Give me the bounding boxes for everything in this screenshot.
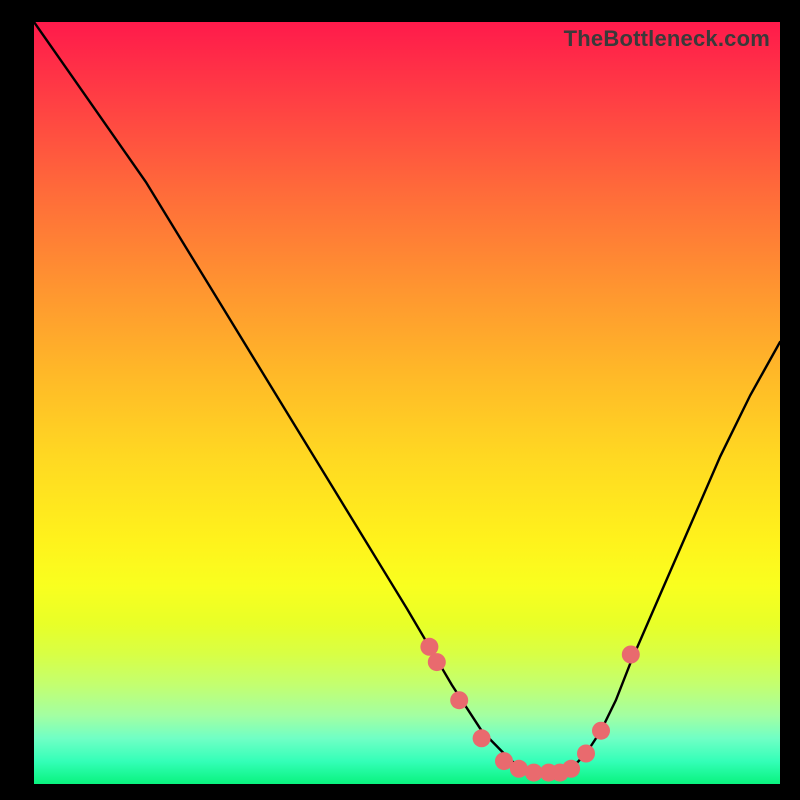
- highlight-dot: [562, 760, 580, 778]
- highlight-dots-group: [420, 638, 639, 782]
- highlight-dot: [622, 646, 640, 664]
- highlight-dot: [420, 638, 438, 656]
- highlight-dot: [592, 722, 610, 740]
- highlight-dot: [577, 745, 595, 763]
- bottleneck-curve-svg: [34, 22, 780, 784]
- highlight-dot: [428, 653, 446, 671]
- highlight-dot: [450, 691, 468, 709]
- highlight-dot: [473, 729, 491, 747]
- bottleneck-curve-path: [34, 22, 780, 773]
- chart-plot-area: TheBottleneck.com: [34, 22, 780, 784]
